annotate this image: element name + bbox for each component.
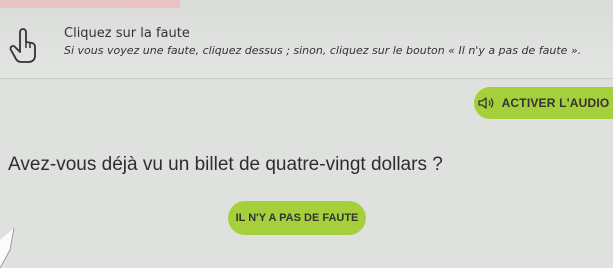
hand-pointer-icon (9, 28, 36, 63)
no-error-label: IL N'Y A PAS DE FAUTE (235, 212, 359, 224)
instructions-header: Cliquez sur la faute Si vous voyez une f… (0, 0, 613, 79)
question-sentence[interactable]: Avez-vous déjà vu un billet de quatre-vi… (8, 154, 443, 176)
header-accent (0, 0, 180, 8)
no-error-button[interactable]: IL N'Y A PAS DE FAUTE (228, 201, 366, 235)
instruction-title: Cliquez sur la faute (64, 26, 190, 41)
speaker-icon (477, 97, 493, 109)
activate-audio-label: ACTIVER L'AUDIO (501, 96, 610, 110)
instruction-text: Si vous voyez une faute, cliquez dessus … (64, 44, 582, 57)
activate-audio-button[interactable]: ACTIVER L'AUDIO (474, 87, 613, 119)
corner-decoration (0, 227, 15, 268)
